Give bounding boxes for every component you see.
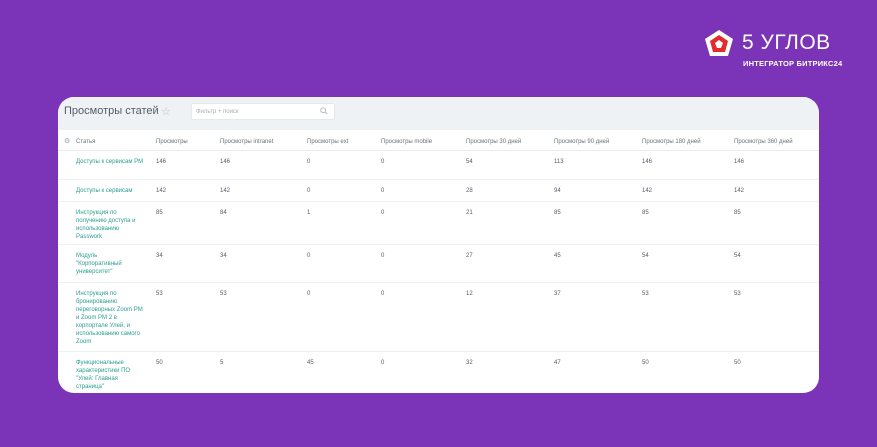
views-90-days-cell: 45 — [554, 253, 561, 259]
table-row: Доступы к сервисам 142 142 0 0 28 94 142… — [58, 180, 819, 202]
column-header-views-ext[interactable]: Просмотры ext — [307, 138, 348, 146]
views-ext-cell: 0 — [307, 188, 311, 194]
views-cell: 142 — [156, 188, 167, 194]
views-90-days-cell: 85 — [554, 210, 561, 216]
column-header-views-180-days[interactable]: Просмотры 180 дней — [642, 138, 701, 146]
views-intranet-cell: 53 — [220, 291, 227, 297]
views-30-days-cell: 21 — [466, 210, 473, 216]
views-cell: 53 — [156, 291, 163, 297]
brand-logo-icon — [705, 30, 733, 56]
article-link[interactable]: Доступы к сервисам РМ — [76, 158, 144, 166]
views-cell: 146 — [156, 159, 167, 165]
search-input[interactable] — [196, 105, 314, 118]
views-intranet-cell: 5 — [220, 360, 224, 366]
views-360-days-cell: 53 — [734, 291, 741, 297]
views-360-days-cell: 142 — [734, 188, 745, 194]
search-icon[interactable] — [320, 107, 328, 115]
views-90-days-cell: 94 — [554, 188, 561, 194]
views-mobile-cell: 0 — [381, 291, 385, 297]
views-ext-cell: 1 — [307, 210, 311, 216]
views-mobile-cell: 0 — [381, 210, 385, 216]
views-30-days-cell: 54 — [466, 159, 473, 165]
views-30-days-cell: 12 — [466, 291, 473, 297]
views-ext-cell: 0 — [307, 253, 311, 259]
views-90-days-cell: 113 — [554, 159, 564, 165]
article-link[interactable]: Инструкция по бронированию переговорных … — [76, 290, 144, 346]
views-ext-cell: 0 — [307, 159, 311, 165]
column-header-views-mobile[interactable]: Просмотры mobile — [381, 138, 432, 146]
column-header-views[interactable]: Просмотры — [156, 138, 188, 146]
article-link[interactable]: Модуль "Корпоративный университет" — [76, 252, 144, 276]
views-30-days-cell: 32 — [466, 360, 473, 366]
views-90-days-cell: 37 — [554, 291, 561, 297]
column-header-views-30-days[interactable]: Просмотры 30 дней — [466, 138, 521, 146]
table-header-row: ⚙ Статья Просмотры Просмотры intranet Пр… — [58, 130, 819, 151]
views-mobile-cell: 0 — [381, 188, 385, 194]
views-360-days-cell: 146 — [734, 159, 745, 165]
views-ext-cell: 0 — [307, 291, 311, 297]
views-mobile-cell: 0 — [381, 360, 385, 366]
views-180-days-cell: 53 — [642, 291, 649, 297]
views-intranet-cell: 84 — [220, 210, 227, 216]
table-row: Инструкция по бронированию переговорных … — [58, 283, 819, 352]
views-360-days-cell: 50 — [734, 360, 741, 366]
column-header-views-360-days[interactable]: Просмотры 360 дней — [734, 138, 793, 146]
views-180-days-cell: 142 — [642, 188, 653, 194]
views-180-days-cell: 50 — [642, 360, 649, 366]
views-360-days-cell: 85 — [734, 210, 741, 216]
views-mobile-cell: 0 — [381, 253, 385, 259]
views-ext-cell: 45 — [307, 360, 314, 366]
table-row: Доступы к сервисам РМ 146 146 0 0 54 113… — [58, 151, 819, 180]
brand: 5 УГЛОВ ИНТЕГРАТОР БИТРИКС24 — [705, 30, 845, 70]
views-intranet-cell: 142 — [220, 188, 231, 194]
views-30-days-cell: 28 — [466, 188, 473, 194]
table-row: Инструкция по получению доступа и исполь… — [58, 202, 819, 245]
window-header: Просмотры статей ☆ — [58, 97, 819, 130]
star-icon[interactable]: ☆ — [161, 105, 171, 118]
views-mobile-cell: 0 — [381, 159, 385, 165]
articles-window: Просмотры статей ☆ ⚙ Статья Просмотры Пр… — [58, 97, 819, 393]
views-180-days-cell: 146 — [642, 159, 653, 165]
articles-table: ⚙ Статья Просмотры Просмотры intranet Пр… — [58, 130, 819, 393]
article-link[interactable]: Доступы к сервисам — [76, 187, 156, 195]
page-title: Просмотры статей — [64, 105, 159, 117]
views-90-days-cell: 47 — [554, 360, 561, 366]
brand-name: 5 УГЛОВ — [742, 31, 831, 54]
views-cell: 50 — [156, 360, 163, 366]
views-cell: 34 — [156, 253, 163, 259]
column-header-article[interactable]: Статья — [76, 138, 95, 146]
table-row: Функциональные характеристики ПО "Улей: … — [58, 352, 819, 393]
brand-subtitle: ИНТЕГРАТОР БИТРИКС24 — [743, 59, 843, 68]
views-intranet-cell: 34 — [220, 253, 227, 259]
views-intranet-cell: 146 — [220, 159, 231, 165]
column-header-views-intranet[interactable]: Просмотры intranet — [220, 138, 273, 146]
gear-icon[interactable]: ⚙ — [64, 137, 70, 145]
views-30-days-cell: 27 — [466, 253, 473, 259]
views-180-days-cell: 85 — [642, 210, 649, 216]
views-cell: 85 — [156, 210, 163, 216]
table-row: Модуль "Корпоративный университет" 34 34… — [58, 245, 819, 283]
article-link[interactable]: Функциональные характеристики ПО "Улей: … — [76, 359, 144, 391]
search-box[interactable] — [191, 103, 335, 120]
views-180-days-cell: 54 — [642, 253, 649, 259]
article-link[interactable]: Инструкция по получению доступа и исполь… — [76, 209, 144, 241]
views-360-days-cell: 54 — [734, 253, 741, 259]
column-header-views-90-days[interactable]: Просмотры 90 дней — [554, 138, 609, 146]
